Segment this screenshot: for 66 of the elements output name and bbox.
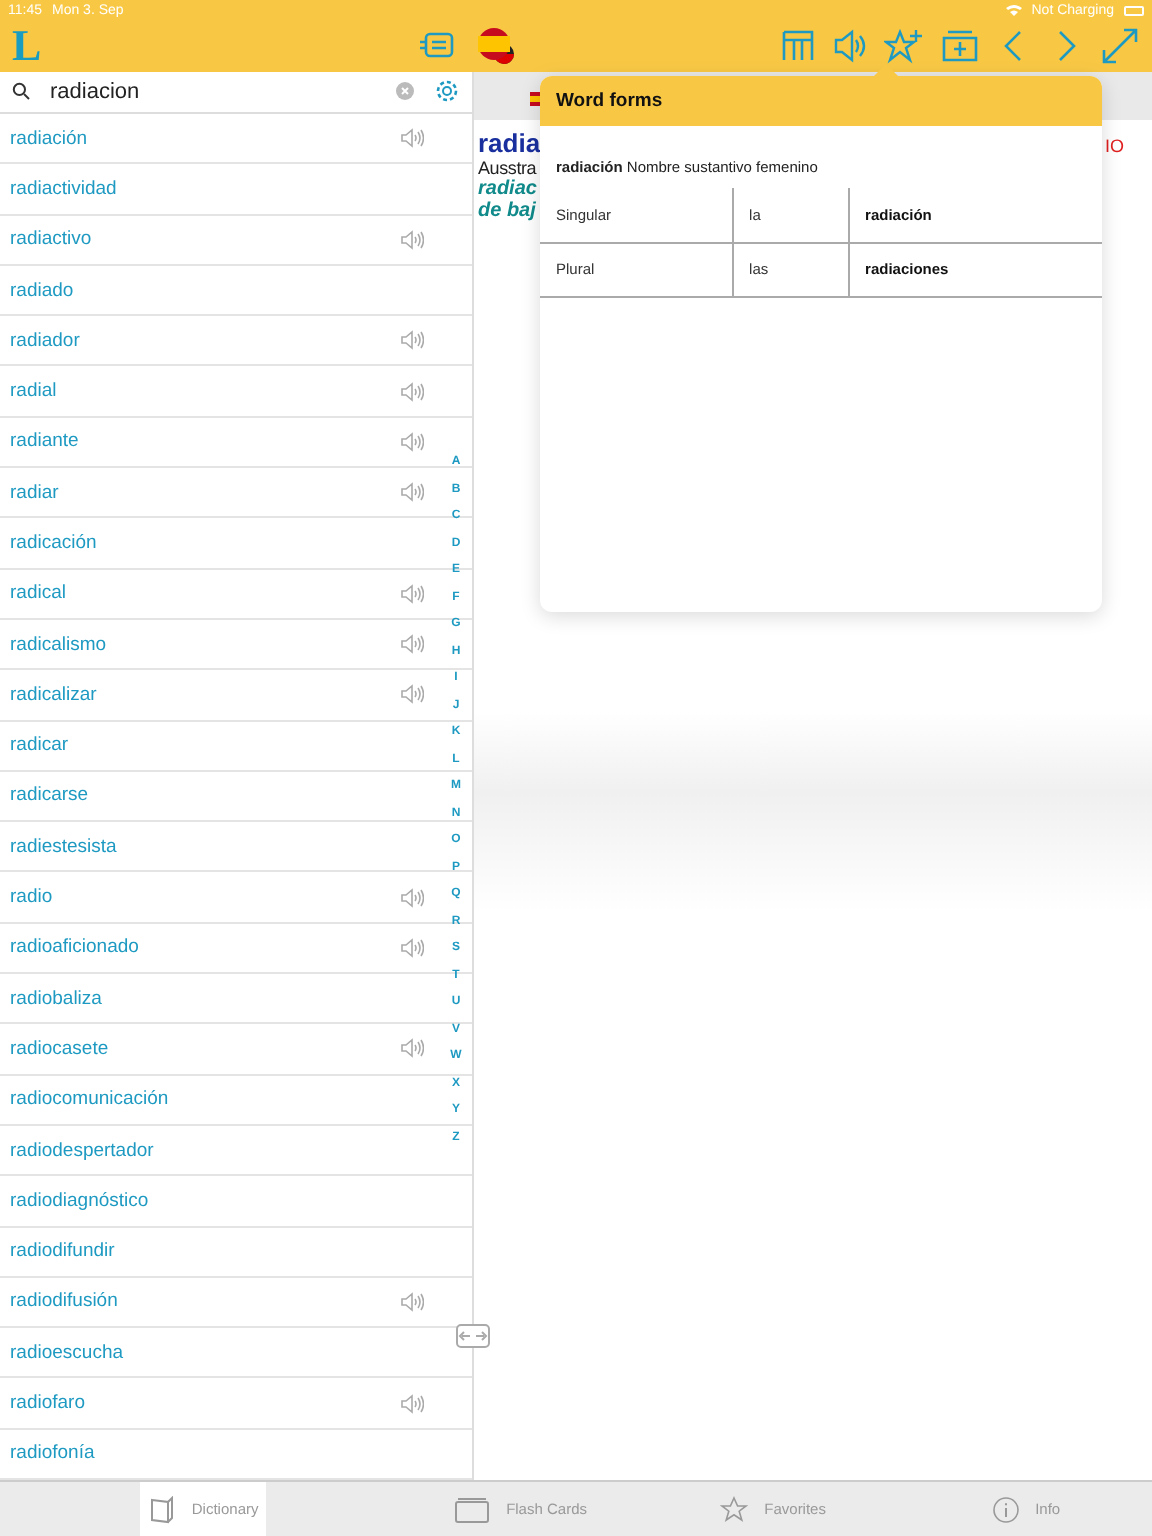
word-item[interactable]: radio [10, 886, 53, 909]
word-item[interactable]: radiar [10, 481, 59, 504]
search-field[interactable]: radiacion [50, 79, 376, 104]
example-text: de baj [478, 200, 536, 222]
table-icon[interactable] [780, 28, 816, 64]
popup-title: Word forms [540, 76, 1102, 126]
app-logo[interactable]: L [12, 24, 42, 68]
speaker-icon[interactable] [400, 684, 424, 705]
card-icon[interactable] [416, 30, 456, 62]
word-item[interactable]: radioaficionado [10, 936, 139, 959]
word-item[interactable]: radicarse [10, 784, 89, 807]
word-item[interactable]: radial [10, 380, 57, 403]
word-item[interactable]: radiodespertador [10, 1139, 154, 1162]
word-item[interactable]: radiación [10, 127, 88, 150]
battery-icon [1124, 5, 1144, 15]
clear-icon[interactable] [396, 82, 414, 101]
speaker-icon[interactable] [400, 330, 424, 351]
speaker-icon[interactable] [400, 1291, 424, 1312]
word-item[interactable]: radiobaliza [10, 987, 102, 1010]
info-icon [991, 1495, 1020, 1523]
flag-icon[interactable] [476, 26, 516, 66]
word-item[interactable]: radiante [10, 430, 79, 453]
book-icon [147, 1495, 176, 1523]
speaker-icon[interactable] [400, 887, 424, 908]
star-icon [720, 1495, 749, 1523]
word-item[interactable]: radiodiagnóstico [10, 1189, 149, 1212]
word-item[interactable]: radiocomunicación [10, 1088, 169, 1111]
word-item[interactable]: radiestesista [10, 835, 117, 858]
speaker-icon[interactable] [400, 1393, 424, 1414]
speaker-icon[interactable] [400, 634, 424, 655]
speaker-icon[interactable] [832, 28, 868, 64]
word-item[interactable]: radicación [10, 532, 97, 554]
expand-icon[interactable] [1100, 26, 1140, 66]
settings-icon[interactable] [434, 78, 460, 105]
star-plus-icon[interactable] [884, 28, 924, 64]
word-item[interactable]: radicalismo [10, 633, 107, 656]
word-item[interactable]: radical [10, 582, 66, 605]
add-card-icon[interactable] [940, 28, 980, 64]
speaker-icon[interactable] [400, 431, 424, 452]
search-icon [12, 82, 30, 101]
word-item[interactable]: radiofaro [10, 1392, 85, 1415]
speaker-icon[interactable] [400, 937, 424, 958]
word-item[interactable]: radioescucha [10, 1341, 124, 1364]
word-item[interactable]: radicar [10, 734, 69, 757]
word-item[interactable]: radiodifundir [10, 1240, 115, 1263]
word-item[interactable]: radicalizar [10, 683, 97, 706]
speaker-icon[interactable] [400, 381, 424, 402]
wifi-icon [1005, 4, 1022, 16]
speaker-icon[interactable] [400, 229, 424, 250]
word-item[interactable]: radiador [10, 329, 80, 352]
entry-label: IO [1104, 136, 1124, 156]
entry-text: Ausstra [478, 158, 537, 178]
word-item[interactable]: radiodifusión [10, 1290, 118, 1313]
word-item[interactable]: radiado [10, 279, 74, 302]
speaker-icon[interactable] [400, 1038, 424, 1059]
word-item[interactable]: radiocasete [10, 1037, 109, 1060]
word-item[interactable]: radiactivo [10, 228, 92, 251]
word-item[interactable]: radiactividad [10, 177, 117, 200]
headword: radia [478, 128, 541, 158]
speaker-icon[interactable] [400, 583, 424, 604]
word-item[interactable]: radiofonía [10, 1442, 95, 1465]
example-text: radiac [478, 178, 537, 200]
speaker-icon[interactable] [400, 482, 424, 503]
split-handle-icon[interactable] [456, 1324, 490, 1348]
cards-icon [454, 1495, 491, 1523]
speaker-icon[interactable] [400, 128, 424, 149]
